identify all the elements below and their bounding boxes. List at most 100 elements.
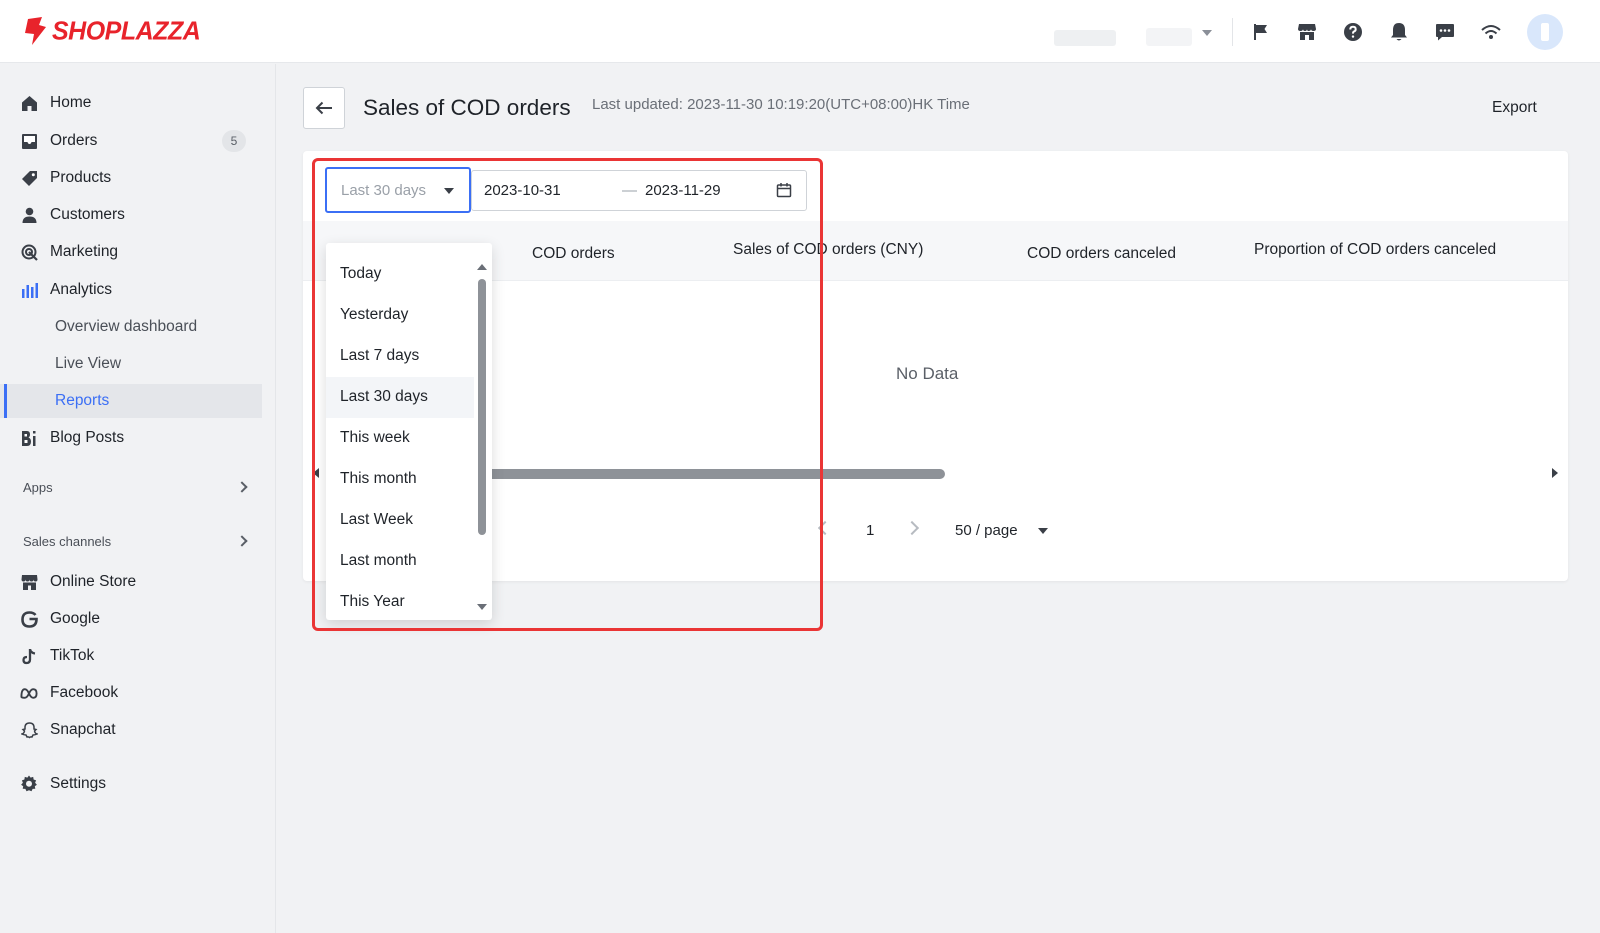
dropdown-option-last-30-days[interactable]: Last 30 days: [326, 377, 474, 418]
google-icon: [20, 610, 38, 628]
sidebar-item-snapchat[interactable]: Snapchat: [0, 713, 262, 747]
column-header-cod-orders-canceled[interactable]: COD orders canceled: [1027, 245, 1176, 263]
date-range-picker[interactable]: 2023-10-31 — 2023-11-29: [471, 170, 807, 211]
caret-down-icon[interactable]: [1038, 528, 1048, 534]
start-date-input[interactable]: 2023-10-31: [484, 182, 561, 199]
logo-text: SHOPLAZZA: [52, 15, 201, 46]
sidebar-item-overview-dashboard[interactable]: Overview dashboard: [0, 310, 262, 344]
person-icon: [20, 206, 38, 224]
chevron-right-icon: [236, 535, 248, 547]
sidebar-item-label: Facebook: [50, 684, 119, 701]
sidebar: Home Orders 5 Products Customers Marketi…: [0, 64, 276, 933]
wifi-icon[interactable]: [1479, 20, 1503, 44]
option-label: Last month: [340, 552, 417, 569]
divider: [1232, 18, 1233, 46]
sidebar-item-blog-posts[interactable]: Blog Posts: [0, 421, 262, 455]
arrow-left-icon: [315, 101, 332, 115]
bell-icon[interactable]: [1387, 20, 1411, 44]
gear-icon: [20, 775, 38, 793]
dropdown-option-this-year[interactable]: This Year: [326, 582, 474, 620]
date-range-preset-value: Last 30 days: [341, 182, 427, 199]
sidebar-item-label: Home: [50, 94, 92, 111]
shoplazza-logo[interactable]: SHOPLAZZA: [22, 15, 201, 46]
sidebar-item-analytics[interactable]: Analytics: [0, 273, 262, 307]
blog-icon: [20, 429, 38, 447]
date-range-preset-dropdown: Today Yesterday Last 7 days Last 30 days…: [326, 243, 492, 620]
home-icon: [20, 94, 38, 112]
store-name-redacted: [1054, 30, 1116, 46]
empty-state-text: No Data: [896, 364, 959, 383]
last-updated-text: Last updated: 2023-11-30 10:19:20(UTC+08…: [592, 96, 970, 113]
dropdown-option-last-week[interactable]: Last Week: [326, 500, 474, 541]
sidebar-item-reports[interactable]: Reports: [0, 384, 262, 418]
top-bar: SHOPLAZZA: [0, 0, 1600, 63]
chat-icon[interactable]: [1433, 20, 1457, 44]
end-date-input[interactable]: 2023-11-29: [645, 182, 721, 199]
dropdown-option-last-month[interactable]: Last month: [326, 541, 474, 582]
sidebar-item-label: Marketing: [50, 243, 119, 260]
scroll-up-arrow-icon[interactable]: [477, 264, 487, 270]
table-header: COD orders Sales of COD orders (CNY) COD…: [303, 221, 1568, 281]
page-title: Sales of COD orders: [363, 95, 571, 120]
sidebar-item-label: Online Store: [50, 573, 137, 590]
dropdown-option-this-week[interactable]: This week: [326, 418, 474, 459]
storefront-icon: [20, 573, 38, 591]
column-header-proportion-canceled[interactable]: Proportion of COD orders canceled: [1254, 241, 1496, 259]
section-label: Sales channels: [23, 534, 112, 549]
date-range-preset-select[interactable]: Last 30 days: [325, 167, 471, 213]
store-selector[interactable]: [1034, 24, 1218, 48]
export-button[interactable]: Export: [1492, 99, 1537, 117]
dropdown-option-this-month[interactable]: This month: [326, 459, 474, 500]
sidebar-item-label: Overview dashboard: [55, 318, 198, 335]
sidebar-section-apps[interactable]: Apps: [0, 473, 262, 503]
horizontal-scrollbar-thumb[interactable]: [480, 469, 945, 479]
option-label: Today: [340, 265, 382, 282]
tag-icon: [20, 169, 38, 187]
sidebar-item-products[interactable]: Products: [0, 161, 262, 195]
sidebar-item-label: Reports: [55, 392, 110, 409]
scroll-left-arrow-icon[interactable]: [313, 468, 319, 478]
dropdown-scrollbar-thumb[interactable]: [478, 279, 486, 535]
target-icon: [20, 243, 38, 261]
sidebar-item-marketing[interactable]: Marketing: [0, 235, 262, 269]
sidebar-section-sales-channels[interactable]: Sales channels: [0, 527, 262, 557]
page-size-select[interactable]: 50 / page: [955, 522, 1018, 539]
column-header-sales-of-cod-orders[interactable]: Sales of COD orders (CNY): [733, 241, 923, 259]
chevron-right-icon: [236, 481, 248, 493]
bar-chart-icon: [20, 281, 38, 299]
avatar[interactable]: [1527, 14, 1563, 50]
sidebar-item-label: Analytics: [50, 281, 113, 298]
sidebar-item-home[interactable]: Home: [0, 86, 262, 120]
scroll-down-arrow-icon[interactable]: [477, 604, 487, 610]
sidebar-item-label: Customers: [50, 206, 125, 223]
sidebar-item-customers[interactable]: Customers: [0, 198, 262, 232]
store-icon[interactable]: [1295, 20, 1319, 44]
store-domain-redacted: [1146, 28, 1192, 46]
scroll-right-arrow-icon[interactable]: [1552, 468, 1558, 478]
sidebar-item-label: Products: [50, 169, 112, 186]
column-header-cod-orders[interactable]: COD orders: [532, 245, 615, 263]
sidebar-item-facebook[interactable]: Facebook: [0, 676, 262, 710]
sidebar-item-google[interactable]: Google: [0, 602, 262, 636]
dropdown-option-last-7-days[interactable]: Last 7 days: [326, 336, 474, 377]
back-button[interactable]: [303, 87, 345, 129]
flag-icon[interactable]: [1249, 20, 1273, 44]
calendar-icon[interactable]: [776, 182, 792, 198]
sidebar-item-tiktok[interactable]: TikTok: [0, 639, 262, 673]
logo-mark-icon: [25, 17, 46, 45]
dropdown-option-today[interactable]: Today: [326, 254, 474, 295]
date-separator: —: [622, 182, 637, 199]
sidebar-item-settings[interactable]: Settings: [0, 767, 262, 801]
pagination-page-1[interactable]: 1: [866, 522, 874, 539]
option-label: This month: [340, 470, 417, 487]
dropdown-option-yesterday[interactable]: Yesterday: [326, 295, 474, 336]
tiktok-icon: [20, 647, 38, 665]
help-icon[interactable]: [1341, 20, 1365, 44]
avatar-placeholder: [1541, 23, 1549, 41]
sidebar-item-orders[interactable]: Orders 5: [0, 124, 262, 158]
option-label: Yesterday: [340, 306, 409, 323]
sidebar-item-online-store[interactable]: Online Store: [0, 565, 262, 599]
orders-count-badge: 5: [222, 130, 246, 152]
inbox-icon: [20, 132, 38, 150]
sidebar-item-live-view[interactable]: Live View: [0, 347, 262, 381]
